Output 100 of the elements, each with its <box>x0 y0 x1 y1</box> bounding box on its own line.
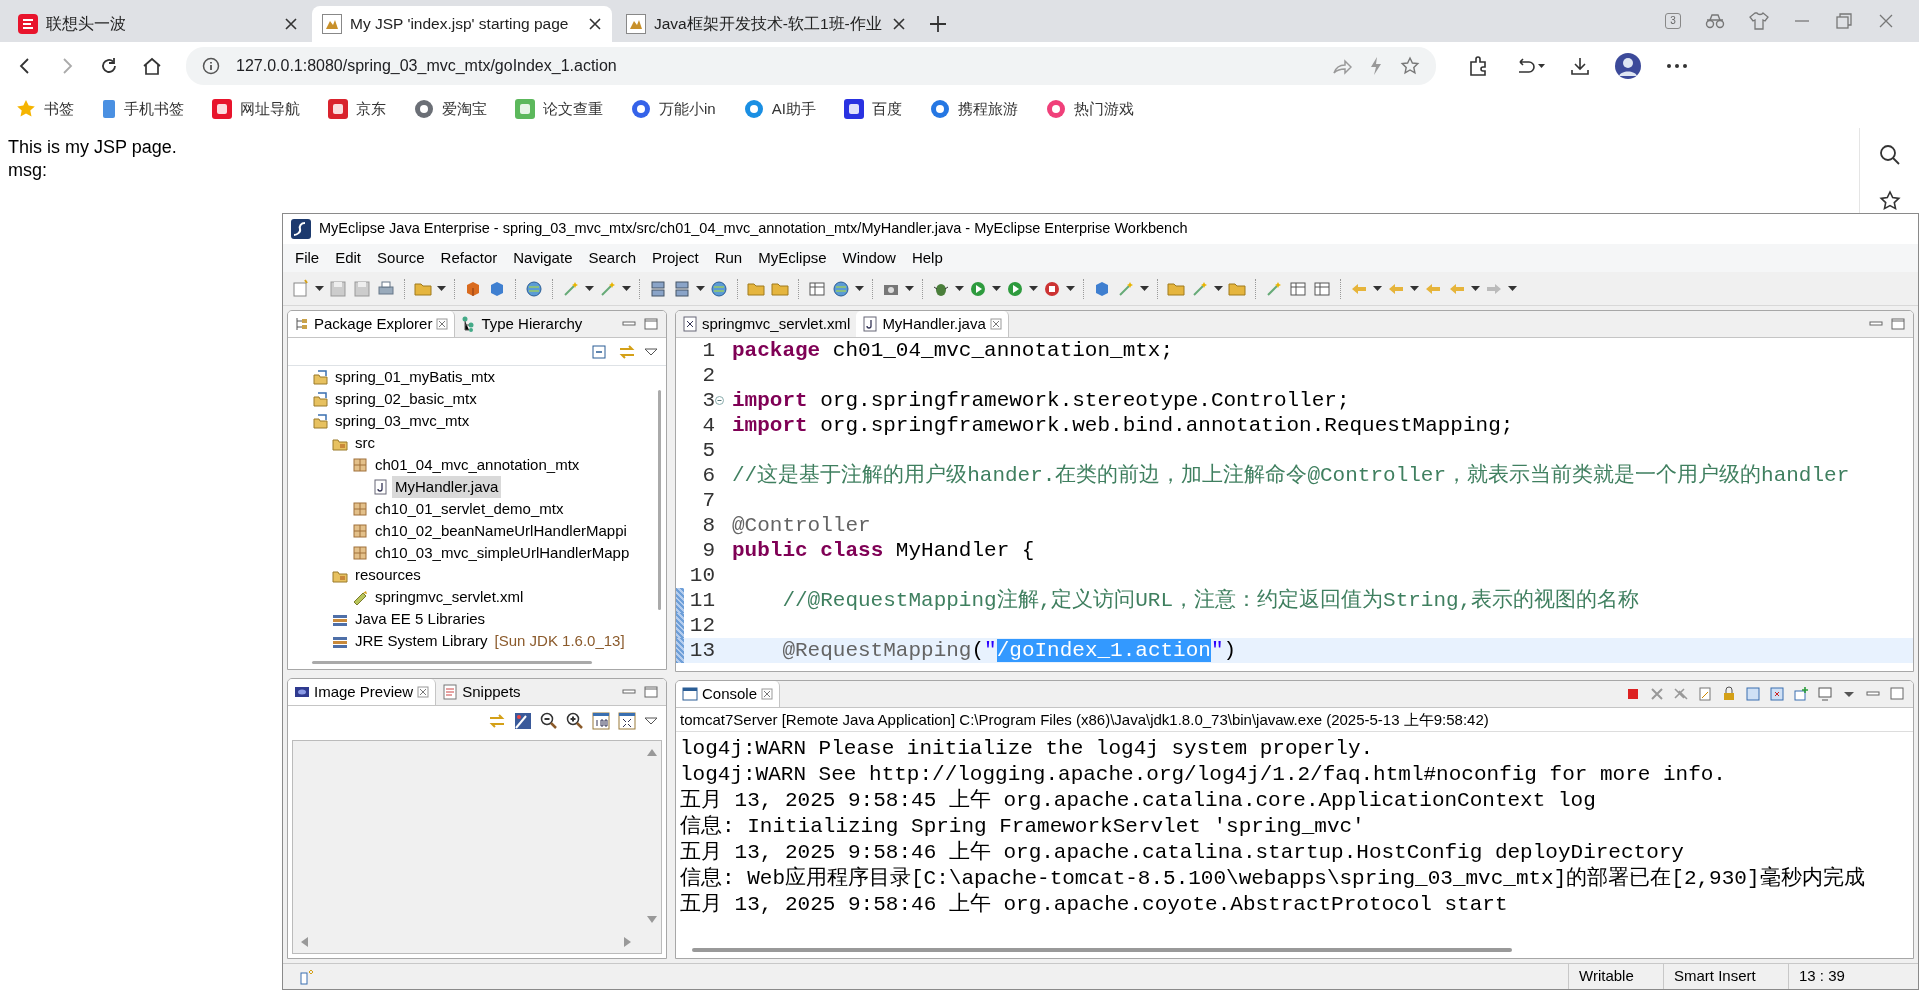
reload-icon[interactable] <box>100 57 118 75</box>
remove-all-icon[interactable] <box>1673 686 1689 702</box>
globe-icon[interactable] <box>524 278 544 299</box>
caret-icon[interactable] <box>622 286 631 291</box>
tree-item[interactable]: JRE System Library <box>352 630 491 652</box>
fit-icon[interactable] <box>618 712 636 730</box>
view-menu-icon[interactable] <box>644 346 658 357</box>
caret-icon[interactable] <box>1471 286 1480 291</box>
tree-item[interactable]: Java EE 5 Libraries <box>352 608 489 630</box>
caret-icon[interactable] <box>1410 286 1419 291</box>
bookmark[interactable]: 热门游戏 <box>1045 97 1134 121</box>
pin-icon[interactable] <box>1793 686 1809 702</box>
bookmark-star-icon[interactable] <box>1400 56 1420 76</box>
bookmark[interactable]: 万能小in <box>631 97 716 121</box>
bookmark[interactable]: 京东 <box>328 97 386 121</box>
menu-item[interactable]: Project <box>644 246 707 270</box>
caret-icon[interactable] <box>696 286 705 291</box>
panel-tab[interactable]: Console <box>676 681 781 707</box>
restore-icon[interactable] <box>1835 12 1853 30</box>
bookmark[interactable]: 百度 <box>843 97 902 121</box>
search-icon[interactable] <box>1878 144 1901 166</box>
menu-item[interactable]: Refactor <box>432 246 506 270</box>
tree-item[interactable]: MyHandler.java <box>392 476 502 498</box>
terminate-icon[interactable] <box>1625 686 1641 702</box>
image-icon[interactable] <box>514 712 532 730</box>
address-bar[interactable]: 127.0.0.1:8080/spring_03_mvc_mtx/goIndex_1.action <box>186 47 1436 85</box>
link-editor-icon[interactable] <box>618 343 636 360</box>
server-icon[interactable] <box>672 278 692 299</box>
caret-icon[interactable] <box>315 286 324 291</box>
menu-item[interactable]: Navigate <box>505 246 581 270</box>
globe-icon[interactable] <box>831 278 851 299</box>
caret-icon[interactable] <box>855 286 864 291</box>
share-icon[interactable] <box>1332 57 1352 75</box>
scroll-right-icon[interactable] <box>624 937 631 947</box>
tree-item[interactable]: src <box>352 432 378 454</box>
tree-item[interactable]: ch10_03_mvc_simpleUrlHandlerMapp <box>372 542 633 564</box>
bolt-icon[interactable] <box>1368 56 1384 76</box>
menu-item[interactable]: Window <box>834 246 904 270</box>
menu-item[interactable]: Search <box>580 246 644 270</box>
panel-tab[interactable]: MyHandler.java <box>856 311 1009 337</box>
caret-icon[interactable] <box>1214 286 1223 291</box>
caret-icon[interactable] <box>585 286 594 291</box>
shirt-icon[interactable] <box>1749 12 1769 30</box>
tree-item[interactable]: springmvc_servlet.xml <box>372 586 527 608</box>
doc-icon[interactable] <box>1769 686 1785 702</box>
browser-tab[interactable]: 联想头一波 <box>8 6 308 42</box>
caret-icon[interactable] <box>955 286 964 291</box>
avatar-icon[interactable] <box>1614 52 1642 80</box>
maximize-icon[interactable] <box>644 318 658 330</box>
sync-icon[interactable] <box>488 713 506 729</box>
download-icon[interactable] <box>1570 56 1590 76</box>
menu-item[interactable]: Source <box>369 246 433 270</box>
browser-tab[interactable]: My JSP 'index.jsp' starting page <box>312 6 612 42</box>
caret-icon[interactable] <box>1066 286 1075 291</box>
bookmark[interactable]: AI助手 <box>743 97 816 121</box>
menu-item[interactable]: File <box>287 246 328 270</box>
scrollbar[interactable] <box>312 661 592 664</box>
scroll-left-icon[interactable] <box>301 937 308 947</box>
fast-view-icon[interactable] <box>299 968 315 985</box>
caret-icon[interactable] <box>1029 286 1038 291</box>
bookmark[interactable]: 手机书签 <box>102 97 184 121</box>
more-icon[interactable] <box>1666 62 1688 70</box>
monitor-icon[interactable] <box>1817 686 1833 702</box>
close-icon[interactable] <box>588 17 602 31</box>
menu-item[interactable]: Run <box>706 246 751 270</box>
tree-item[interactable]: spring_03_mvc_mtx <box>332 410 473 432</box>
star-icon[interactable] <box>1878 190 1901 212</box>
maximize-icon[interactable] <box>1889 686 1905 702</box>
lock-icon[interactable] <box>1721 686 1737 702</box>
menu-item[interactable]: MyEclipse <box>750 246 835 270</box>
globe-icon[interactable] <box>709 278 729 299</box>
bookmark[interactable]: 论文查重 <box>515 97 603 121</box>
bookmark[interactable]: 爱淘宝 <box>414 97 487 121</box>
bookmark[interactable]: 书签 <box>16 97 74 121</box>
panel-tab[interactable]: springmvc_servlet.xml <box>676 311 857 337</box>
bookmark[interactable]: 携程旅游 <box>929 97 1018 121</box>
caret-icon[interactable] <box>437 286 446 291</box>
scrollbar[interactable] <box>692 948 1512 952</box>
caret-icon[interactable] <box>992 286 1001 291</box>
tab-count[interactable]: 3 <box>1665 13 1681 29</box>
scroll-up-icon[interactable] <box>647 749 657 756</box>
close-icon[interactable] <box>284 17 298 31</box>
caret-icon[interactable] <box>1140 286 1149 291</box>
server-icon[interactable] <box>648 278 668 299</box>
zoom-in-icon[interactable] <box>566 712 584 730</box>
clear-icon[interactable] <box>1697 686 1713 702</box>
bookmark[interactable]: 网址导航 <box>212 97 300 121</box>
tree-item[interactable]: ch10_02_beanNameUrlHandlerMappi <box>372 520 630 542</box>
doc-icon[interactable] <box>1745 686 1761 702</box>
menu-item[interactable]: Help <box>903 246 951 270</box>
scroll-down-icon[interactable] <box>647 916 657 923</box>
close-icon[interactable] <box>892 17 906 31</box>
panel-tab[interactable]: Type Hierarchy <box>455 311 589 337</box>
caret-icon[interactable] <box>1373 286 1382 291</box>
caret-icon[interactable] <box>1508 286 1517 291</box>
home-icon[interactable] <box>142 57 162 75</box>
maximize-icon[interactable] <box>644 686 658 698</box>
remove-icon[interactable] <box>1649 686 1665 702</box>
tree-item[interactable]: resources <box>352 564 424 586</box>
scrollbar[interactable] <box>657 390 661 610</box>
